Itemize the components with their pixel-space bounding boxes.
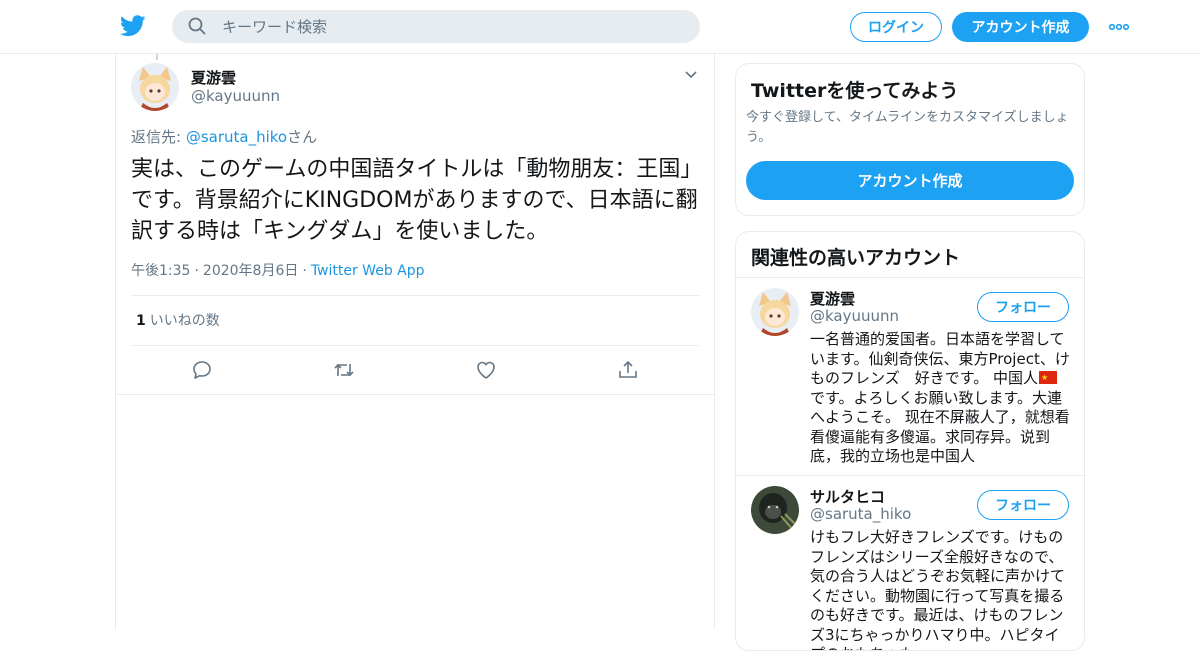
bio-text: 一名普通的爱国者。日本語を学習しています。仙剣奇侠伝、東方Project、けもの… xyxy=(810,330,1070,387)
reply-suffix: さん xyxy=(287,128,318,146)
account-bio: けもフレ大好きフレンズです。けものフレンズはシリーズ全般好きなので、気の合う人は… xyxy=(810,528,1066,650)
signup-prompt-card: Twitterを使ってみよう 今すぐ登録して、タイムラインをカスタマイズしましょ… xyxy=(735,63,1085,216)
search-icon xyxy=(188,17,206,35)
account-handle[interactable]: @kayuuunn xyxy=(810,307,899,325)
like-heart-icon[interactable] xyxy=(474,358,498,382)
signup-card-description: 今すぐ登録して、タイムラインをカスタマイズしましょう。 xyxy=(746,110,1069,145)
reply-prefix: 返信先: xyxy=(131,128,186,146)
signup-card-button[interactable]: アカウント作成 xyxy=(746,161,1074,200)
login-button[interactable]: ログイン xyxy=(850,12,942,42)
author-name[interactable]: 夏游雲 xyxy=(191,67,236,88)
author-avatar[interactable] xyxy=(131,63,179,111)
account-name[interactable]: 夏游雲 xyxy=(810,288,855,309)
anime-character-avatar-icon xyxy=(751,288,799,336)
tweet-text: 実は、このゲームの中国語タイトルは「動物朋友：王国」です。背景紹介にKINGDO… xyxy=(131,157,698,244)
reply-icon[interactable] xyxy=(190,358,214,382)
follow-button[interactable]: フォロー xyxy=(977,490,1069,520)
twitter-bird-logo-icon[interactable] xyxy=(120,14,146,38)
related-accounts-title: 関連性の高いアカウント xyxy=(751,247,961,269)
china-flag-icon xyxy=(1038,368,1057,388)
bio-text: です。よろしくお願い致します。大連へようこそ。 现在不屏蔽人了，就想看看傻逼能有… xyxy=(810,388,1070,466)
account-handle[interactable]: @saruta_hiko xyxy=(810,505,911,523)
share-icon[interactable] xyxy=(616,358,640,382)
author-handle[interactable]: @kayuuunn xyxy=(191,87,280,105)
like-count: 1 xyxy=(136,313,146,329)
reply-mention-link[interactable]: @saruta_hiko xyxy=(186,128,287,146)
more-options-icon[interactable] xyxy=(1108,18,1130,36)
account-bio: 一名普通的爱国者。日本語を学習しています。仙剣奇侠伝、東方Project、けもの… xyxy=(810,330,1072,467)
meta-separator: · xyxy=(302,263,307,279)
tweet-column: 夏游雲 @kayuuunn 返信先: @saruta_hikoさん 実は、このゲ… xyxy=(115,54,715,630)
tweet-time[interactable]: 午後1:35 xyxy=(131,263,190,279)
search-box[interactable] xyxy=(172,10,700,43)
related-account-item: 夏游雲 @kayuuunn フォロー 一名普通的爱国者。日本語を学習しています。… xyxy=(736,278,1084,476)
divider xyxy=(131,345,699,346)
tweet-date[interactable]: 2020年8月6日 xyxy=(203,263,298,279)
like-count-label: いいねの数 xyxy=(149,313,220,329)
search-input[interactable] xyxy=(222,10,682,43)
tweet-source-link[interactable]: Twitter Web App xyxy=(311,263,425,279)
tweet-card: 夏游雲 @kayuuunn 返信先: @saruta_hikoさん 実は、このゲ… xyxy=(116,54,714,395)
related-account-item: サルタヒコ @saruta_hiko フォロー けもフレ大好きフレンズです。けも… xyxy=(736,476,1084,650)
tweet-metadata: 午後1:35 · 2020年8月6日 · Twitter Web App xyxy=(131,260,425,280)
top-navigation-bar: ログイン アカウント作成 xyxy=(0,0,1200,54)
divider xyxy=(131,295,699,296)
anime-character-avatar-icon xyxy=(131,63,179,111)
account-avatar[interactable] xyxy=(751,288,799,336)
signup-button[interactable]: アカウント作成 xyxy=(952,12,1089,42)
signup-card-title: Twitterを使ってみよう xyxy=(751,80,959,102)
follow-button[interactable]: フォロー xyxy=(977,292,1069,322)
account-name[interactable]: サルタヒコ xyxy=(810,486,885,507)
gorilla-photo-avatar-icon xyxy=(751,486,799,534)
meta-separator: · xyxy=(194,263,199,279)
thread-line xyxy=(156,54,158,60)
related-accounts-card: 関連性の高いアカウント 夏游雲 @kayuuunn フォロー 一名普通的爱国者。… xyxy=(735,231,1085,651)
reply-context: 返信先: @saruta_hikoさん xyxy=(131,126,317,147)
retweet-icon[interactable] xyxy=(332,358,356,382)
account-avatar[interactable] xyxy=(751,486,799,534)
chevron-down-icon[interactable] xyxy=(683,69,699,81)
like-count-stat[interactable]: 1 いいねの数 xyxy=(136,310,220,330)
